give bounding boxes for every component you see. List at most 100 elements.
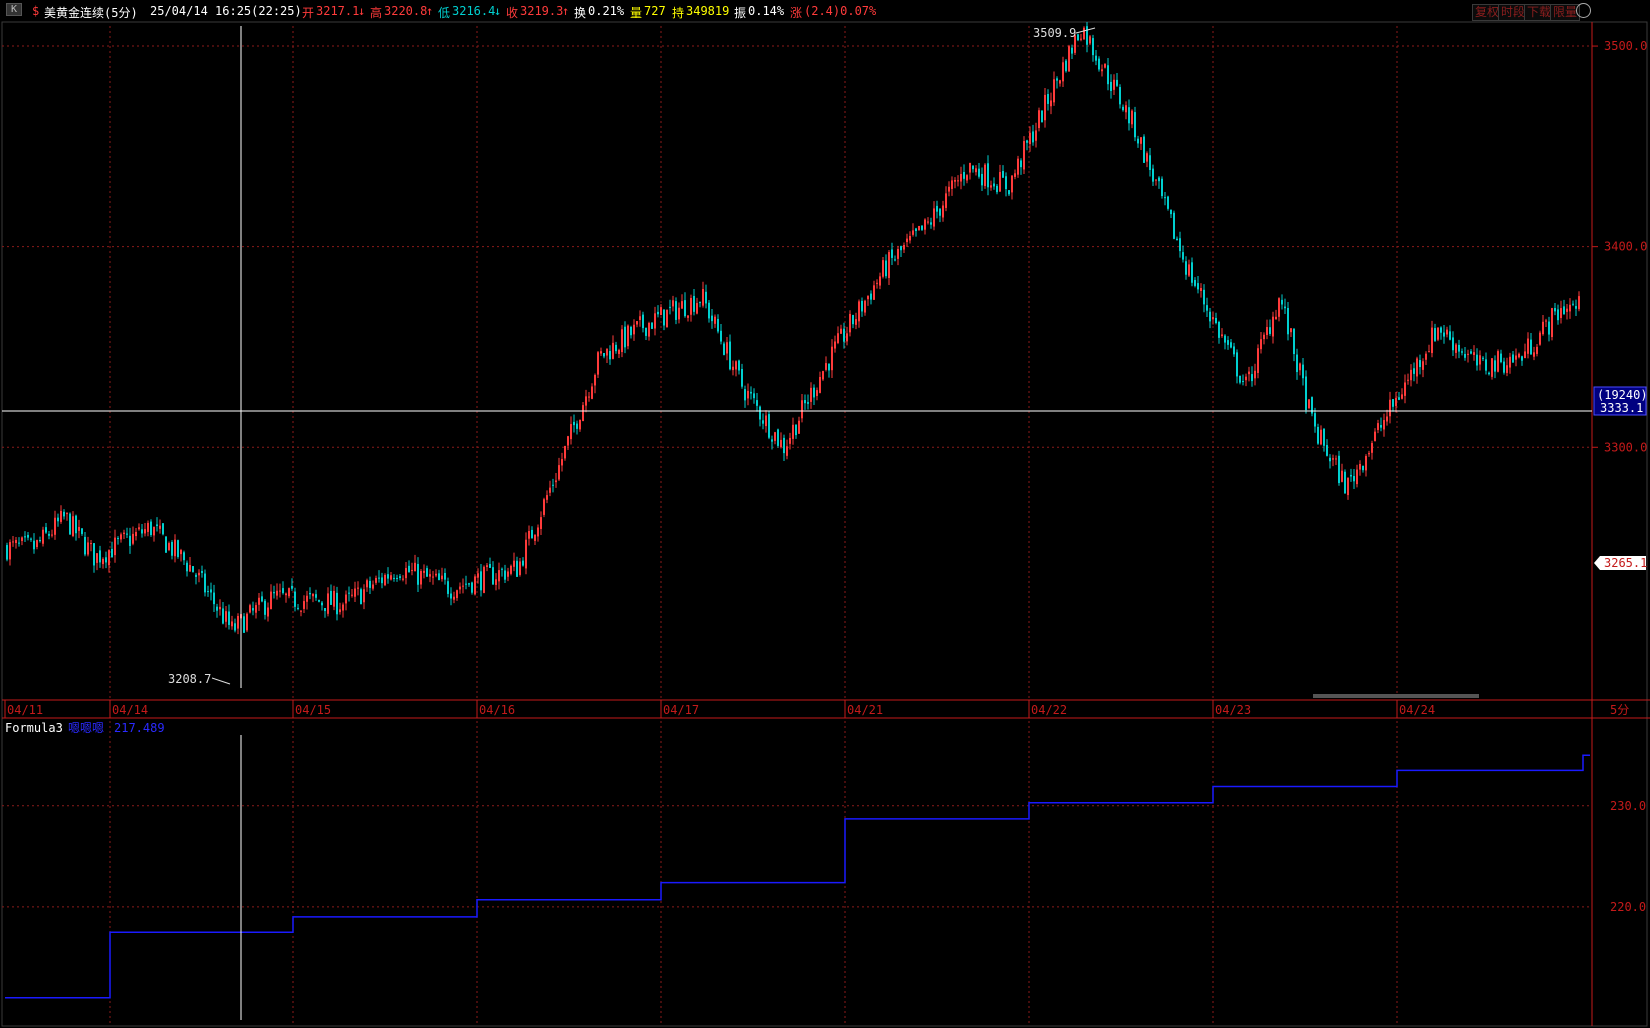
candle-body [399,576,401,578]
candle-body [624,326,626,348]
kline-chart[interactable]: 3500.0 3400.0 3300.0 230.0 220.0 04/11 04/14 04… [0,0,1650,1028]
candle-body [1563,306,1565,314]
candle-body [396,577,398,579]
candle-body [1245,376,1247,381]
candle-body [1266,327,1268,336]
candle-body [324,608,326,612]
candle-body [186,562,188,572]
candle-body [177,540,179,557]
candle-body [1218,322,1220,338]
candle-body [1443,332,1445,337]
candle-body [942,205,944,218]
candle-body [1242,381,1244,383]
candle-body [1536,346,1538,354]
candle-body [1110,81,1112,91]
candle-body [804,400,806,404]
candle-body [528,530,530,539]
date-label: 04/24 [1399,703,1435,717]
candle-body [843,328,845,342]
candle-body [921,225,923,230]
scroll-bar[interactable] [1313,694,1479,698]
candle-body [384,574,386,586]
candle-body [273,592,275,594]
candle-body [1308,399,1310,409]
candle-body [690,297,692,315]
candle-body [1431,327,1433,354]
candle-body [405,568,407,579]
candle-body [630,326,632,336]
candle-body [108,550,110,566]
period-label[interactable]: 5分 [1610,703,1629,717]
candle-body [27,534,29,538]
candle-body [1155,179,1157,181]
candle-body [1146,153,1148,162]
candle-body [147,522,149,532]
candle-body [1521,356,1523,361]
date-label: 04/22 [1031,703,1067,717]
candle-body [228,611,230,625]
candle-body [651,322,653,329]
last-price: 3265.1 [1604,556,1647,570]
candle-body [1500,353,1502,363]
candle-body [615,344,617,352]
candle-body [1104,63,1106,68]
candle-body [1479,355,1481,365]
candle-body [207,591,209,593]
candle-body [930,222,932,225]
date-label: 04/16 [479,703,515,717]
candle-body [1488,372,1490,375]
candle-body [492,567,494,585]
candle-body [1485,359,1487,371]
candle-body [6,545,8,560]
candle-body [312,593,314,597]
candle-body [522,560,524,566]
candle-body [813,387,815,398]
candle-body [891,249,893,258]
candle-body [237,616,239,629]
candle-body [1278,298,1280,317]
candle-body [714,316,716,324]
candle-body [1329,457,1331,462]
candle-body [285,593,287,596]
candle-body [1107,65,1109,85]
candle-body [498,570,500,582]
candle-body [573,421,575,426]
candle-body [819,376,821,393]
candle-body [456,590,458,598]
candle-body [570,424,572,440]
candle-body [1263,334,1265,340]
candle-body [945,193,947,208]
candle-body [1533,352,1535,357]
candle-body [534,534,536,541]
candle-body [117,538,119,540]
candle-body [462,585,464,587]
candle-body [1338,455,1340,484]
candle-body [1494,360,1496,372]
candle-body [156,524,158,526]
candle-body [357,587,359,589]
candle-body [477,573,479,578]
candle-body [834,341,836,349]
candle-body [708,302,710,319]
candle-body [660,307,662,316]
candle-body [885,260,887,277]
candle-body [525,539,527,569]
candle-body [1191,262,1193,283]
candle-body [1413,368,1415,374]
candle-body [873,285,875,300]
candle-body [666,309,668,328]
candle-body [840,328,842,334]
candle-body [339,609,341,613]
candle-body [1140,137,1142,144]
candle-body [546,495,548,500]
indicator-name[interactable]: Formula3 [5,721,63,735]
candle-body [366,580,368,588]
candle-body [1299,363,1301,371]
candle-body [555,480,557,483]
candle-body [1572,303,1574,305]
candle-body [1404,382,1406,396]
candle-body [711,315,713,322]
candle-body [675,301,677,320]
candle-body [60,510,62,522]
candle-body [855,319,857,325]
